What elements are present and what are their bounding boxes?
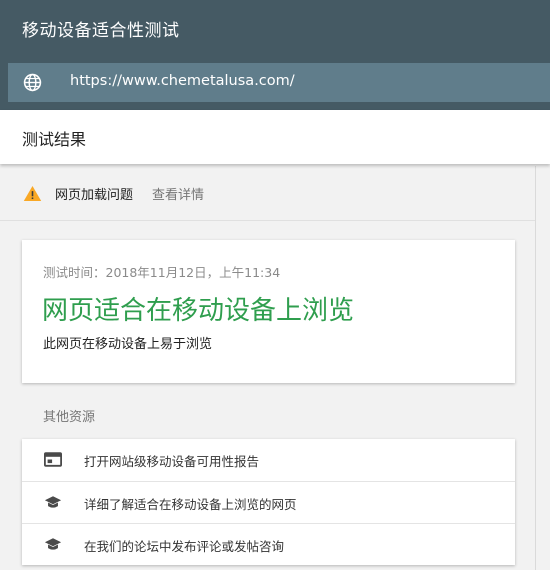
result-headline: 网页适合在移动设备上浏览 <box>42 296 355 326</box>
test-time: 测试时间：2018年11月12日，上午11:34 <box>43 265 281 280</box>
list-item-usability-report[interactable]: 打开网站级移动设备可用性报告 <box>22 439 515 480</box>
list-item-label: 详细了解适合在移动设备上浏览的网页 <box>84 497 297 512</box>
issue-label: 网页加载问题 <box>55 188 134 203</box>
results-header: 测试结果 <box>0 110 550 164</box>
top-bar: 移动设备适合性测试 https://www.chemetalusa.com/ <box>0 0 550 110</box>
app-title: 移动设备适合性测试 <box>22 21 180 41</box>
page-loading-issue-row: 网页加载问题 查看详情 <box>0 166 535 221</box>
other-resources-title: 其他资源 <box>43 410 96 425</box>
result-card: 测试时间：2018年11月12日，上午11:34 网页适合在移动设备上浏览 此网… <box>22 240 515 383</box>
resources-list: 打开网站级移动设备可用性报告 详细了解适合在移动设备上浏览的网页 在我们的论坛中… <box>22 439 515 565</box>
graduation-cap-icon <box>44 538 62 550</box>
list-item-label: 打开网站级移动设备可用性报告 <box>84 454 260 469</box>
result-subtext: 此网页在移动设备上易于浏览 <box>43 337 213 352</box>
view-details-link[interactable]: 查看详情 <box>152 184 204 203</box>
list-item-learn-more[interactable]: 详细了解适合在移动设备上浏览的网页 <box>22 481 515 523</box>
browser-report-icon <box>44 452 62 467</box>
results-title: 测试结果 <box>22 130 87 149</box>
url-text[interactable]: https://www.chemetalusa.com/ <box>70 73 295 89</box>
warning-icon <box>23 185 42 202</box>
globe-icon <box>23 73 42 92</box>
graduation-cap-icon <box>44 496 62 508</box>
divider <box>535 166 536 570</box>
list-item-label: 在我们的论坛中发布评论或发帖咨询 <box>84 539 285 554</box>
url-bar[interactable]: https://www.chemetalusa.com/ <box>8 63 550 102</box>
list-item-forum[interactable]: 在我们的论坛中发布评论或发帖咨询 <box>22 523 515 565</box>
